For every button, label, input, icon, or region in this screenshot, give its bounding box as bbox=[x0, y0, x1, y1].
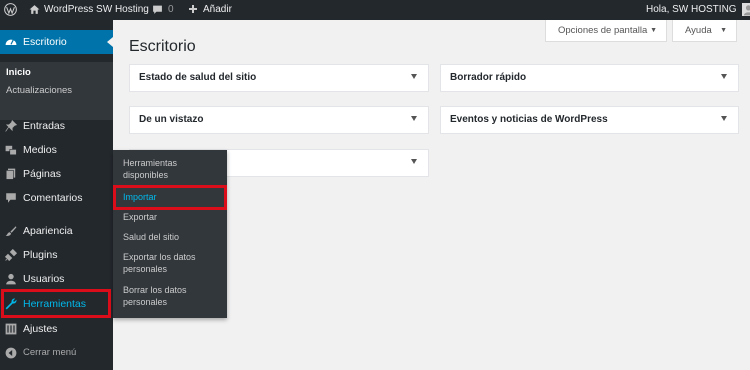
menu-medios[interactable]: Medios bbox=[0, 138, 113, 162]
menu-usuarios[interactable]: Usuarios bbox=[0, 267, 113, 291]
site-name-link[interactable]: WordPress SW Hosting bbox=[29, 0, 149, 20]
menu-paginas[interactable]: Páginas bbox=[0, 162, 113, 186]
flyout-exportar-datos[interactable]: Exportar los datos personales bbox=[123, 251, 223, 275]
collapse-menu-button[interactable]: Cerrar menú bbox=[0, 341, 113, 365]
pages-icon bbox=[5, 168, 16, 180]
menu-ajustes[interactable]: Ajustes bbox=[0, 317, 113, 341]
plugins-icon bbox=[5, 249, 17, 261]
importar-highlight bbox=[113, 185, 227, 210]
comment-icon bbox=[153, 5, 162, 14]
current-menu-arrow bbox=[107, 37, 113, 47]
new-label: Añadir bbox=[203, 4, 232, 15]
wordpress-logo[interactable] bbox=[4, 0, 17, 20]
caret-down-icon: ▼ bbox=[720, 27, 727, 34]
menu-apariencia[interactable]: Apariencia bbox=[0, 219, 113, 243]
submenu-actualizaciones[interactable]: Actualizaciones bbox=[6, 85, 72, 96]
comments-icon bbox=[6, 193, 16, 203]
toggle-arrow-icon[interactable] bbox=[411, 116, 417, 121]
help-button[interactable]: Ayuda ▼ bbox=[672, 20, 737, 42]
new-content-link[interactable]: Añadir bbox=[188, 0, 232, 20]
escritorio-submenu: Inicio Actualizaciones bbox=[0, 62, 113, 120]
widget-vistazo[interactable]: De un vistazo bbox=[129, 106, 429, 134]
dashboard-icon bbox=[5, 39, 17, 45]
menu-entradas[interactable]: Entradas bbox=[0, 114, 113, 138]
flyout-herramientas-disponibles[interactable]: Herramientas disponibles bbox=[123, 157, 223, 181]
comments-link[interactable]: 0 bbox=[152, 0, 174, 20]
plus-icon bbox=[189, 5, 197, 14]
pin-icon bbox=[5, 120, 17, 132]
flyout-exportar[interactable]: Exportar bbox=[123, 211, 223, 223]
toggle-arrow-icon[interactable] bbox=[721, 74, 727, 79]
site-name: WordPress SW Hosting bbox=[44, 4, 149, 15]
menu-plugins[interactable]: Plugins bbox=[0, 243, 113, 267]
media-icon bbox=[5, 145, 17, 156]
menu-comentarios[interactable]: Comentarios bbox=[0, 186, 113, 210]
widget-salud[interactable]: Estado de salud del sitio bbox=[129, 64, 429, 92]
settings-icon bbox=[5, 323, 17, 335]
page-title: Escritorio bbox=[129, 38, 196, 55]
toggle-arrow-icon[interactable] bbox=[721, 116, 727, 121]
caret-down-icon: ▼ bbox=[650, 27, 657, 34]
widget-eventos[interactable]: Eventos y noticias de WordPress bbox=[440, 106, 739, 134]
menu-escritorio[interactable]: Escritorio bbox=[0, 30, 113, 54]
herramientas-highlight bbox=[1, 289, 111, 318]
collapse-icon bbox=[5, 347, 17, 359]
herramientas-flyout-menu: Herramientas disponibles Importar Export… bbox=[113, 150, 227, 318]
home-icon bbox=[29, 4, 40, 14]
users-icon bbox=[6, 273, 16, 285]
widget-borrador[interactable]: Borrador rápido bbox=[440, 64, 739, 92]
admin-bar: WordPress SW Hosting 0 Añadir Hola, SW H… bbox=[0, 0, 750, 20]
avatar bbox=[742, 2, 750, 16]
flyout-salud[interactable]: Salud del sitio bbox=[123, 231, 223, 243]
appearance-icon bbox=[5, 226, 17, 236]
toggle-arrow-icon[interactable] bbox=[411, 74, 417, 79]
comments-count: 0 bbox=[168, 4, 174, 15]
flyout-borrar-datos[interactable]: Borrar los datos personales bbox=[123, 284, 223, 308]
toggle-arrow-icon[interactable] bbox=[411, 159, 417, 164]
submenu-inicio[interactable]: Inicio bbox=[6, 67, 31, 78]
user-account-link[interactable]: Hola, SW HOSTING bbox=[646, 0, 750, 20]
user-greeting: Hola, SW HOSTING bbox=[646, 4, 737, 15]
screen-options-button[interactable]: Opciones de pantalla ▼ bbox=[545, 20, 667, 42]
